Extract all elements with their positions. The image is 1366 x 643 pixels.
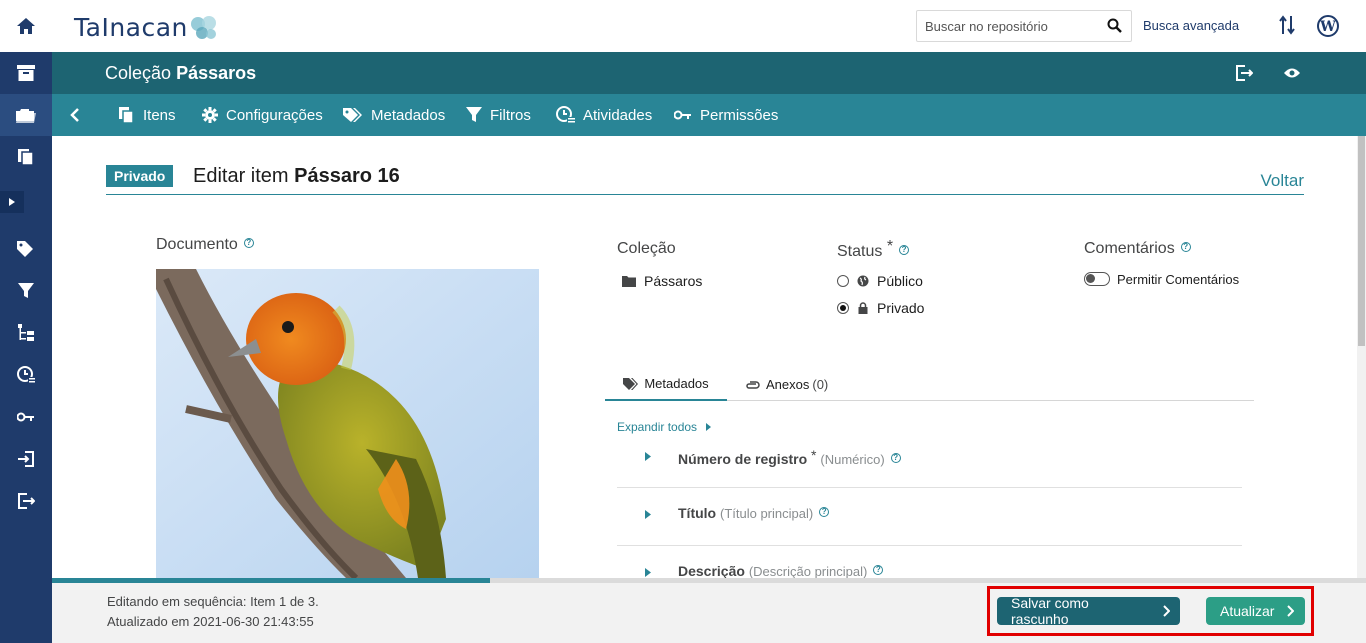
search-icon[interactable] [1107,18,1122,33]
filter-icon [466,107,482,122]
tab-filtros[interactable]: Filtros [466,94,531,136]
folder-icon [622,276,636,287]
item-tabs: Metadados Anexos (0) [605,368,1254,401]
help-icon[interactable]: ? [890,453,901,463]
folders-icon [16,109,36,123]
taxonomy-icon [18,324,34,341]
caret-right-icon [645,510,651,519]
updated-info: Atualizado em 2021-06-30 21:43:55 [107,614,314,629]
comments-toggle-label: Permitir Comentários [1117,272,1240,287]
gear-icon [202,107,218,123]
home-button[interactable] [0,0,52,52]
help-icon[interactable]: ? [243,238,254,248]
radio-privado[interactable] [837,302,849,314]
metadata-label: Descrição (Descrição principal)? [678,563,884,579]
sidebar-expand-button[interactable] [0,191,24,213]
status-option-privado[interactable]: Privado [837,300,924,316]
metadata-row-titulo[interactable]: Título (Título principal)? [617,488,1242,546]
key-icon [674,110,691,120]
globe-icon [857,275,869,287]
comments-label: Comentários? [1084,240,1191,258]
top-header: TaInacan Busca avançada W [52,0,1366,52]
metadata-row-numero[interactable]: Número de registro * (Numérico)? [617,430,1242,488]
tab-metadados[interactable]: Metadados [343,94,445,136]
import-icon [18,451,34,467]
scrollbar-thumb[interactable] [1358,136,1365,346]
lock-icon [858,302,868,314]
status-option-publico[interactable]: Público [837,273,923,289]
chevron-left-icon [70,108,79,122]
caret-right-icon [645,568,651,577]
tainacan-logo[interactable]: TaInacan [74,13,218,42]
export-icon [18,493,35,509]
paperclip-icon [746,380,760,389]
sidebar-metadata[interactable] [0,228,52,270]
tab-atividades[interactable]: Atividades [556,94,652,136]
sidebar-items[interactable] [0,136,52,178]
sidebar-taxonomies[interactable] [0,312,52,354]
tags-icon [343,108,362,122]
comments-toggle[interactable] [1084,272,1110,286]
radio-publico[interactable] [837,275,849,287]
sequence-info: Editando em sequência: Item 1 de 3. [107,594,319,609]
tags-icon [623,377,639,390]
back-link[interactable]: Voltar [1261,171,1304,191]
search-input[interactable] [917,18,1097,34]
sidebar-importers[interactable] [0,438,52,480]
page-title: Editar item Pássaro 16 [193,165,400,187]
page-scrollbar[interactable] [1357,136,1366,578]
metadata-label: Número de registro * (Numérico)? [678,447,901,467]
wordpress-icon[interactable]: W [1317,15,1339,37]
collection-nav: Itens Configurações Metadados Filtros At… [52,94,1366,136]
eye-icon[interactable] [1283,67,1301,79]
activities-icon [556,106,575,124]
documents-icon [18,149,34,166]
caret-right-icon [645,452,651,461]
sort-arrows-icon[interactable] [1279,14,1295,36]
help-icon[interactable]: ? [873,565,884,575]
key-icon [17,412,34,422]
tags-icon [17,241,33,257]
exit-icon[interactable] [1235,65,1253,81]
help-icon[interactable]: ? [1180,242,1191,252]
advanced-search-link[interactable]: Busca avançada [1143,18,1239,33]
caret-right-icon [9,198,15,206]
sidebar-exporters[interactable] [0,480,52,522]
help-icon[interactable]: ? [819,507,830,517]
archive-icon [17,65,35,81]
svg-text:W: W [1319,19,1336,35]
tab-itens[interactable]: Itens [118,94,176,136]
tab-metadados-item[interactable]: Metadados [605,368,727,401]
help-icon[interactable]: ? [899,245,910,255]
sidebar-collection-active[interactable] [0,94,52,136]
left-sidebar [0,0,52,643]
filter-icon [18,283,34,298]
logo-butterfly-icon [190,15,216,39]
sidebar-collections[interactable] [0,52,52,94]
collection-header: Coleção Pássaros [52,52,1366,94]
search-box [916,10,1132,42]
document-label: Documento? [156,236,254,254]
collection-field-value: Pássaros [622,273,702,289]
status-label: Status *? [837,238,910,261]
tab-anexos[interactable]: Anexos (0) [745,368,828,401]
highlight-box [987,586,1314,636]
document-image[interactable] [156,269,539,578]
tab-permissoes[interactable]: Permissões [674,94,778,136]
items-icon [119,107,134,124]
sidebar-filters[interactable] [0,270,52,312]
nav-back-button[interactable] [70,94,80,136]
collection-title: Coleção Pássaros [105,63,257,83]
metadata-label: Título (Título principal)? [678,505,830,521]
sidebar-permissions[interactable] [0,396,52,438]
page-title-bar: Privado Editar item Pássaro 16 Voltar [106,165,1304,195]
activities-icon [17,366,35,384]
collection-field-label: Coleção [617,240,676,257]
sidebar-activities[interactable] [0,354,52,396]
status-badge: Privado [106,165,174,187]
home-icon [17,18,35,34]
tab-configuracoes[interactable]: Configurações [202,94,323,136]
bird-image [156,269,539,578]
